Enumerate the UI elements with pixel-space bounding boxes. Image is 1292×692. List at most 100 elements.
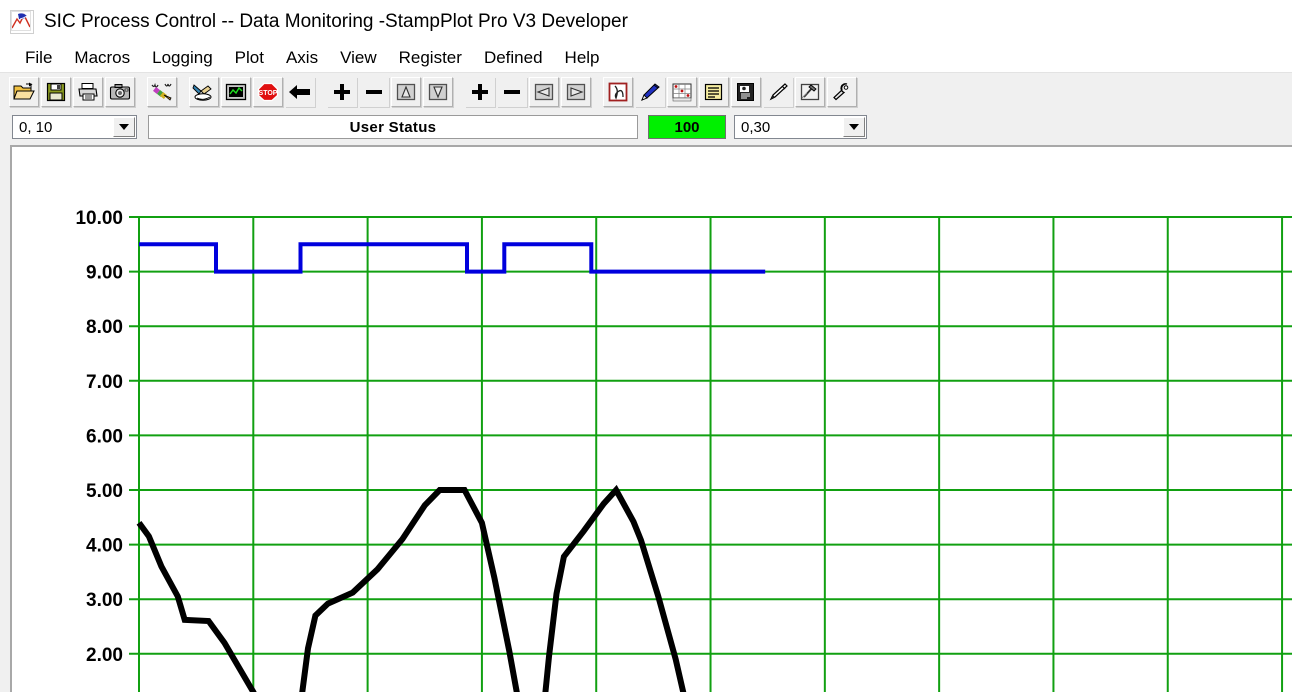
app-window: SIC Process Control -- Data Monitoring -… bbox=[0, 0, 1292, 692]
triangle-down-box-icon bbox=[428, 83, 448, 100]
plot-background bbox=[12, 147, 1292, 692]
triangle-left-box-icon bbox=[534, 83, 554, 100]
notes-list-icon bbox=[704, 83, 723, 100]
y-axis-tick-label: 6.00 bbox=[86, 426, 123, 447]
counter-indicator: 100 bbox=[648, 115, 726, 139]
log-book-button[interactable] bbox=[731, 76, 761, 107]
x-shift-left-button[interactable] bbox=[529, 76, 559, 107]
title-bar: SIC Process Control -- Data Monitoring -… bbox=[0, 0, 1292, 44]
y-zoom-out-button[interactable] bbox=[359, 76, 389, 107]
cable-connector-icon bbox=[151, 82, 172, 101]
minus-icon bbox=[504, 89, 520, 94]
wrench-icon bbox=[833, 82, 849, 100]
y-axis-tick-label: 9.00 bbox=[86, 263, 123, 284]
menu-item-plot[interactable]: Plot bbox=[224, 47, 275, 69]
data-grid-icon bbox=[672, 83, 692, 101]
menu-item-file[interactable]: File bbox=[14, 47, 63, 69]
pen-annotate-icon bbox=[641, 82, 660, 101]
stop-sign-icon: STOP bbox=[257, 82, 279, 101]
toolbar-group-connect bbox=[146, 76, 178, 107]
triangle-up-box-icon bbox=[396, 83, 416, 100]
toolbar-separator bbox=[316, 78, 326, 106]
y-axis-tick-label: 4.00 bbox=[86, 536, 123, 557]
open-folder-button[interactable] bbox=[9, 76, 39, 107]
plot-area[interactable]: 10.00 9.00 8.00 7.00 6.00 5.00 4.00 3.00 2.00 bbox=[10, 145, 1292, 692]
menu-item-defined[interactable]: Defined bbox=[473, 47, 554, 69]
stop-button[interactable]: STOP bbox=[253, 76, 283, 107]
counter-value: 100 bbox=[674, 118, 700, 136]
y-axis-tick-label: 3.00 bbox=[86, 590, 123, 611]
y-range-combo[interactable]: 0, 10 bbox=[12, 115, 137, 139]
save-disk-icon bbox=[46, 82, 66, 101]
user-status-field[interactable]: User Status bbox=[148, 115, 638, 139]
user-status-label: User Status bbox=[349, 118, 437, 136]
arrow-left-icon bbox=[289, 84, 310, 99]
x-range-value: 0,30 bbox=[741, 118, 771, 136]
plot-canvas[interactable]: 10.00 9.00 8.00 7.00 6.00 5.00 4.00 3.00 2.00 bbox=[12, 147, 1292, 692]
menu-item-axis[interactable]: Axis bbox=[275, 47, 329, 69]
monitor-plot-icon bbox=[225, 83, 247, 100]
y-axis-tick-label: 8.00 bbox=[86, 317, 123, 338]
hammer-image-icon bbox=[800, 83, 820, 100]
y-axis-tick-label: 10.00 bbox=[75, 208, 123, 229]
menu-item-view[interactable]: View bbox=[329, 47, 388, 69]
x-shift-right-button[interactable] bbox=[561, 76, 591, 107]
status-row: 0, 10 User Status 100 0,30 bbox=[0, 110, 1292, 144]
menu-item-register[interactable]: Register bbox=[388, 47, 473, 69]
menu-bar: File Macros Logging Plot Axis View Regis… bbox=[0, 44, 1292, 72]
plus-icon bbox=[334, 83, 350, 100]
settings-wrench-button[interactable] bbox=[827, 76, 857, 107]
window-title: SIC Process Control -- Data Monitoring -… bbox=[44, 11, 628, 32]
triangle-right-box-icon bbox=[566, 83, 586, 100]
toolbar-group-xaxis bbox=[464, 76, 592, 107]
camera-snapshot-button[interactable] bbox=[105, 76, 135, 107]
menu-item-macros[interactable]: Macros bbox=[63, 47, 141, 69]
cable-connector-button[interactable] bbox=[147, 76, 177, 107]
y-axis-tick-label: 2.00 bbox=[86, 645, 123, 666]
plus-icon bbox=[472, 83, 488, 100]
y-range-value: 0, 10 bbox=[19, 118, 53, 136]
toolbar-separator bbox=[136, 78, 146, 106]
wand-icon bbox=[769, 82, 788, 100]
toolbar-separator bbox=[178, 78, 188, 106]
stampplot-app-icon bbox=[10, 10, 34, 34]
open-folder-icon bbox=[13, 82, 35, 99]
print-button[interactable] bbox=[73, 76, 103, 107]
toolbar-separator bbox=[592, 78, 602, 106]
y-zoom-in-button[interactable] bbox=[327, 76, 357, 107]
x-zoom-in-button[interactable] bbox=[465, 76, 495, 107]
print-icon bbox=[78, 82, 98, 100]
y-shift-up-button[interactable] bbox=[391, 76, 421, 107]
monitor-plot-button[interactable] bbox=[221, 76, 251, 107]
data-grid-button[interactable] bbox=[667, 76, 697, 107]
paintbrush-clear-icon bbox=[192, 83, 212, 101]
build-button[interactable] bbox=[795, 76, 825, 107]
toolbar-separator bbox=[454, 78, 464, 106]
pen-annotate-button[interactable] bbox=[635, 76, 665, 107]
y-axis-tick-label: 5.00 bbox=[86, 481, 123, 502]
toolbar-group-yaxis bbox=[326, 76, 454, 107]
pdf-export-icon bbox=[608, 82, 628, 101]
toolbar-group-file bbox=[8, 76, 136, 107]
chevron-down-icon[interactable] bbox=[113, 117, 135, 137]
save-disk-button[interactable] bbox=[41, 76, 71, 107]
y-shift-down-button[interactable] bbox=[423, 76, 453, 107]
log-book-icon bbox=[737, 82, 754, 101]
minus-icon bbox=[366, 89, 382, 94]
toolbar: STOP bbox=[0, 72, 1292, 110]
svg-text:STOP: STOP bbox=[259, 90, 278, 97]
wand-button[interactable] bbox=[763, 76, 793, 107]
menu-item-help[interactable]: Help bbox=[554, 47, 611, 69]
pdf-export-button[interactable] bbox=[603, 76, 633, 107]
menu-item-logging[interactable]: Logging bbox=[141, 47, 224, 69]
y-axis-tick-label: 7.00 bbox=[86, 372, 123, 393]
toolbar-group-tools bbox=[602, 76, 858, 107]
x-zoom-out-button[interactable] bbox=[497, 76, 527, 107]
chevron-down-icon[interactable] bbox=[843, 117, 865, 137]
paintbrush-clear-button[interactable] bbox=[189, 76, 219, 107]
camera-snapshot-icon bbox=[109, 83, 131, 100]
toolbar-group-run: STOP bbox=[188, 76, 316, 107]
x-range-combo[interactable]: 0,30 bbox=[734, 115, 867, 139]
notes-list-button[interactable] bbox=[699, 76, 729, 107]
back-arrow-button[interactable] bbox=[285, 76, 315, 107]
